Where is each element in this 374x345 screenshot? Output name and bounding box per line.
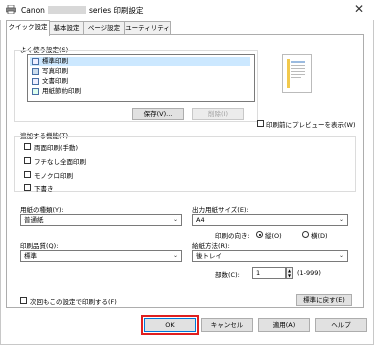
landscape-radio[interactable] (302, 231, 309, 238)
copies-input[interactable]: 1 (252, 267, 286, 279)
save-button[interactable]: 保存(V)... (132, 108, 184, 120)
media-type-value: 普通紙 (24, 216, 44, 224)
apply-button[interactable]: 適用(A) (258, 318, 310, 332)
cancel-button[interactable]: キャンセル (201, 318, 253, 332)
draft-checkbox[interactable] (24, 184, 31, 191)
draft-label: 下書き (34, 185, 54, 193)
borderless-label: フチなし全面印刷 (34, 158, 86, 166)
print-quality-value: 標準 (24, 252, 37, 260)
title-bar: Canon series 印刷設定 ✕ (0, 0, 374, 20)
model-name-redacted (47, 6, 86, 14)
close-icon[interactable]: ✕ (354, 2, 364, 16)
favorites-list[interactable]: 標準印刷 写真印刷 文書印刷 用紙節約印刷 (27, 54, 255, 102)
paper-source-label: 給紙方法(R): (192, 242, 230, 250)
page-preview-image (282, 54, 312, 93)
tab-utility[interactable]: ユーティリティ (124, 21, 171, 35)
favorite-item[interactable]: 写真印刷 (30, 67, 250, 76)
favorite-item-label: 用紙節約印刷 (42, 87, 81, 95)
document-icon (32, 58, 39, 65)
tab-page-setup[interactable]: ページ設定 (83, 21, 125, 35)
output-size-label: 出力用紙サイズ(E): (192, 206, 249, 214)
duplex-manual-label: 両面印刷(手動) (34, 144, 79, 152)
paper-saving-icon (32, 88, 39, 95)
chevron-down-icon: ⌄ (172, 252, 178, 259)
preview-before-print-label: 印刷前にプレビューを表示(W) (266, 121, 356, 129)
borderless-checkbox[interactable] (24, 157, 31, 164)
favorite-item-label: 標準印刷 (42, 57, 68, 65)
ok-button[interactable]: OK (144, 318, 196, 332)
copies-spinner[interactable]: ▲ ▼ (286, 267, 293, 279)
grayscale-label: モノクロ印刷 (34, 172, 73, 180)
media-type-label: 用紙の種類(Y): (20, 206, 64, 214)
help-button[interactable]: ヘルプ (315, 318, 367, 332)
chevron-down-icon: ⌄ (338, 252, 344, 259)
output-size-select[interactable]: A4 ⌄ (192, 214, 348, 226)
printer-icon (6, 5, 16, 14)
text-document-icon (32, 78, 39, 85)
paper-source-value: 後トレイ (196, 252, 222, 260)
window-title: Canon series 印刷設定 (21, 5, 144, 16)
media-type-select[interactable]: 普通紙 ⌄ (20, 214, 182, 226)
preview-before-print-checkbox[interactable] (257, 120, 264, 127)
duplex-manual-checkbox[interactable] (24, 143, 31, 150)
favorite-item-label: 写真印刷 (42, 67, 68, 75)
portrait-radio[interactable] (256, 231, 263, 238)
title-brand: Canon (21, 6, 45, 15)
landscape-label: 横(D) (311, 232, 328, 240)
print-quality-select[interactable]: 標準 ⌄ (20, 250, 182, 262)
photo-icon (32, 68, 39, 75)
grayscale-checkbox[interactable] (24, 171, 31, 178)
always-print-checkbox[interactable] (20, 297, 27, 304)
orientation-label: 印刷の向き: (215, 232, 250, 240)
favorite-item-label: 文書印刷 (42, 77, 68, 85)
title-suffix: series 印刷設定 (88, 6, 144, 15)
copies-label: 部数(C): (215, 271, 240, 279)
favorite-item[interactable]: 用紙節約印刷 (30, 87, 250, 96)
restore-defaults-button[interactable]: 標準に戻す(E) (296, 294, 352, 306)
always-print-label: 次回もこの設定で印刷する(F) (30, 298, 117, 306)
tab-main[interactable]: 基本設定 (49, 21, 84, 35)
paper-source-select[interactable]: 後トレイ ⌄ (192, 250, 348, 262)
output-size-value: A4 (196, 216, 205, 224)
preview-graphic (286, 58, 308, 89)
copies-value: 1 (256, 269, 261, 277)
portrait-label: 縦(O) (265, 232, 282, 240)
favorite-item[interactable]: 標準印刷 (30, 57, 250, 66)
print-quality-label: 印刷品質(Q): (20, 242, 59, 250)
chevron-down-icon: ⌄ (172, 216, 178, 223)
favorite-item[interactable]: 文書印刷 (30, 77, 250, 86)
chevron-down-icon: ⌄ (338, 216, 344, 223)
delete-button[interactable]: 削除(I) (192, 108, 244, 120)
copies-range: (1-999) (297, 269, 321, 277)
tab-quick-setup[interactable]: クイック設定 (6, 20, 50, 36)
